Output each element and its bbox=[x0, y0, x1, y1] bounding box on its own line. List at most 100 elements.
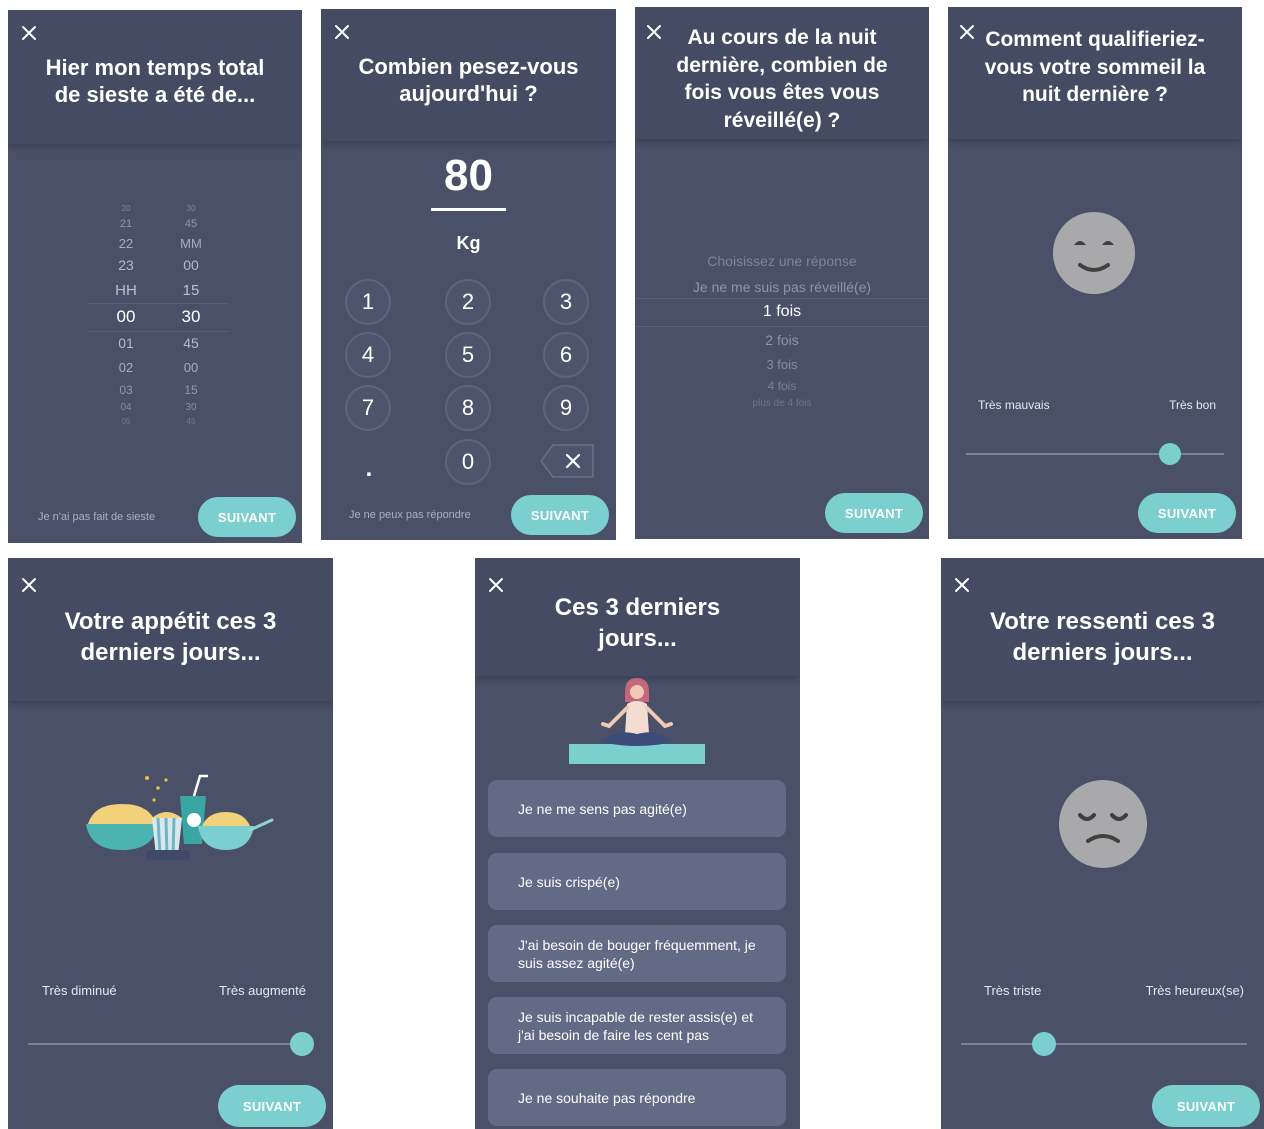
header: Votre ressenti ces 3 derniers jours... bbox=[941, 558, 1264, 701]
header: Votre appétit ces 3 derniers jours... bbox=[8, 558, 333, 701]
screen-mood: Votre ressenti ces 3 derniers jours... T… bbox=[941, 558, 1264, 1129]
keypad-key-0[interactable]: 0 bbox=[445, 439, 491, 485]
slider-thumb[interactable] bbox=[1159, 443, 1181, 465]
hour-option[interactable]: 05 bbox=[103, 417, 149, 426]
wakeups-option[interactable]: plus de 4 fois bbox=[635, 398, 929, 409]
close-icon[interactable] bbox=[331, 21, 353, 43]
keypad-key-2[interactable]: 2 bbox=[445, 279, 491, 325]
close-icon[interactable] bbox=[18, 22, 40, 44]
screen-sleep-quality: Comment qualifieriez-vous votre sommeil … bbox=[948, 7, 1242, 539]
header: Hier mon temps total de sieste a été de.… bbox=[8, 10, 302, 144]
screen-weight: Combien pesez-vous aujourd'hui ? 80 Kg 1… bbox=[321, 9, 616, 540]
hours-picker[interactable]: 20 21 22 23 HH 00 01 02 03 04 05 bbox=[103, 196, 149, 432]
answer-option[interactable]: Je suis incapable de rester assis(e) et … bbox=[488, 997, 786, 1054]
wakeups-option[interactable]: 4 fois bbox=[635, 379, 929, 393]
slider-track[interactable] bbox=[28, 1043, 313, 1045]
answer-option[interactable]: Je suis crispé(e) bbox=[488, 853, 786, 910]
minute-option[interactable]: 00 bbox=[168, 257, 214, 273]
page-title: Au cours de la nuit dernière, combien de… bbox=[676, 26, 888, 132]
screen-nap: Hier mon temps total de sieste a été de.… bbox=[8, 10, 302, 543]
minute-selected[interactable]: 30 bbox=[168, 307, 214, 327]
answer-option[interactable]: Je ne souhaite pas répondre bbox=[488, 1069, 786, 1126]
page-title: Combien pesez-vous aujourd'hui ? bbox=[358, 54, 579, 106]
next-button[interactable]: SUIVANT bbox=[511, 495, 609, 535]
answer-option[interactable]: J'ai besoin de bouger fréquemment, je su… bbox=[488, 925, 786, 982]
answer-option[interactable]: Je ne me sens pas agité(e) bbox=[488, 780, 786, 837]
wakeups-option[interactable]: 2 fois bbox=[635, 332, 929, 348]
hour-option[interactable]: 22 bbox=[103, 236, 149, 251]
keypad-key-5[interactable]: 5 bbox=[445, 332, 491, 378]
slider-track[interactable] bbox=[966, 453, 1224, 455]
hour-option[interactable]: 02 bbox=[103, 360, 149, 375]
next-button[interactable]: SUIVANT bbox=[825, 493, 923, 533]
skip-link[interactable]: Je ne peux pas répondre bbox=[349, 509, 471, 521]
screen-appetite: Votre appétit ces 3 derniers jours... Tr… bbox=[8, 558, 333, 1129]
header: Ces 3 derniers jours... bbox=[475, 558, 800, 676]
hour-option[interactable]: 23 bbox=[103, 257, 149, 273]
slider-max-label: Très bon bbox=[1169, 398, 1216, 412]
keypad-key-8[interactable]: 8 bbox=[445, 385, 491, 431]
keypad-key-3[interactable]: 3 bbox=[543, 279, 589, 325]
keypad-key-dot[interactable]: . bbox=[359, 455, 379, 483]
next-button[interactable]: SUIVANT bbox=[1138, 493, 1236, 533]
backspace-icon[interactable] bbox=[539, 443, 595, 479]
keypad-key-1[interactable]: 1 bbox=[345, 279, 391, 325]
picker-divider bbox=[88, 303, 228, 304]
header: Au cours de la nuit dernière, combien de… bbox=[635, 7, 929, 139]
sad-face-icon bbox=[1058, 779, 1148, 869]
hour-option[interactable]: 20 bbox=[103, 204, 149, 213]
wakeups-option[interactable]: Je ne me suis pas réveillé(e) bbox=[635, 279, 929, 295]
next-button[interactable]: SUIVANT bbox=[198, 497, 296, 537]
page-title: Votre appétit ces 3 derniers jours... bbox=[64, 608, 277, 666]
hour-option[interactable]: 04 bbox=[103, 402, 149, 413]
page-title: Hier mon temps total de sieste a été de.… bbox=[45, 55, 265, 107]
next-button[interactable]: SUIVANT bbox=[1152, 1085, 1260, 1127]
minute-option[interactable]: 15 bbox=[168, 282, 214, 299]
hour-option[interactable]: HH bbox=[103, 282, 149, 299]
next-button[interactable]: SUIVANT bbox=[218, 1085, 326, 1127]
hour-option[interactable]: 01 bbox=[103, 335, 149, 351]
slider-min-label: Très mauvais bbox=[978, 398, 1050, 412]
minute-option[interactable]: 15 bbox=[168, 383, 214, 397]
slider-min-label: Très diminué bbox=[42, 983, 117, 998]
minute-option[interactable]: 30 bbox=[168, 402, 214, 413]
slider-thumb[interactable] bbox=[290, 1032, 314, 1056]
keypad-key-9[interactable]: 9 bbox=[543, 385, 589, 431]
wakeups-picker[interactable]: Choisissez une réponse Je ne me suis pas… bbox=[635, 247, 929, 417]
wakeups-selected[interactable]: 1 fois bbox=[635, 303, 929, 321]
content-face-icon bbox=[1052, 211, 1136, 295]
weight-unit: Kg bbox=[456, 233, 481, 253]
slider-max-label: Très augmenté bbox=[219, 983, 306, 998]
minute-option[interactable]: 30 bbox=[168, 204, 214, 213]
minutes-picker[interactable]: 30 45 MM 00 15 30 45 00 15 30 45 bbox=[168, 196, 214, 432]
minute-option[interactable]: 45 bbox=[168, 218, 214, 230]
close-icon[interactable] bbox=[18, 574, 40, 596]
minute-option[interactable]: 45 bbox=[168, 417, 214, 426]
hour-option[interactable]: 03 bbox=[103, 383, 149, 397]
skip-link[interactable]: Je n'ai pas fait de sieste bbox=[38, 511, 155, 523]
close-icon[interactable] bbox=[485, 574, 507, 596]
keypad-key-4[interactable]: 4 bbox=[345, 332, 391, 378]
header: Comment qualifieriez-vous votre sommeil … bbox=[948, 7, 1242, 139]
slider-track[interactable] bbox=[961, 1043, 1247, 1045]
picker-divider bbox=[635, 326, 929, 327]
minute-option[interactable]: 45 bbox=[168, 335, 214, 351]
page-title: Ces 3 derniers jours... bbox=[554, 594, 721, 652]
slider-min-label: Très triste bbox=[984, 983, 1042, 998]
close-icon[interactable] bbox=[951, 574, 973, 596]
keypad-key-6[interactable]: 6 bbox=[543, 332, 589, 378]
minute-option[interactable]: 00 bbox=[168, 360, 214, 375]
hour-option[interactable]: 21 bbox=[103, 218, 149, 230]
hour-selected[interactable]: 00 bbox=[103, 307, 149, 327]
page-title: Comment qualifieriez-vous votre sommeil … bbox=[984, 28, 1206, 106]
weight-value[interactable]: 80 bbox=[321, 151, 616, 201]
picker-divider bbox=[635, 298, 929, 299]
minute-option[interactable]: MM bbox=[168, 236, 214, 251]
slider-max-label: Très heureux(se) bbox=[1145, 983, 1245, 998]
header: Combien pesez-vous aujourd'hui ? bbox=[321, 9, 616, 141]
wakeups-option[interactable]: 3 fois bbox=[635, 357, 929, 372]
food-bowls-icon bbox=[84, 774, 274, 864]
slider-thumb[interactable] bbox=[1032, 1032, 1056, 1056]
keypad-key-7[interactable]: 7 bbox=[345, 385, 391, 431]
wakeups-option[interactable]: Choisissez une réponse bbox=[635, 253, 929, 269]
